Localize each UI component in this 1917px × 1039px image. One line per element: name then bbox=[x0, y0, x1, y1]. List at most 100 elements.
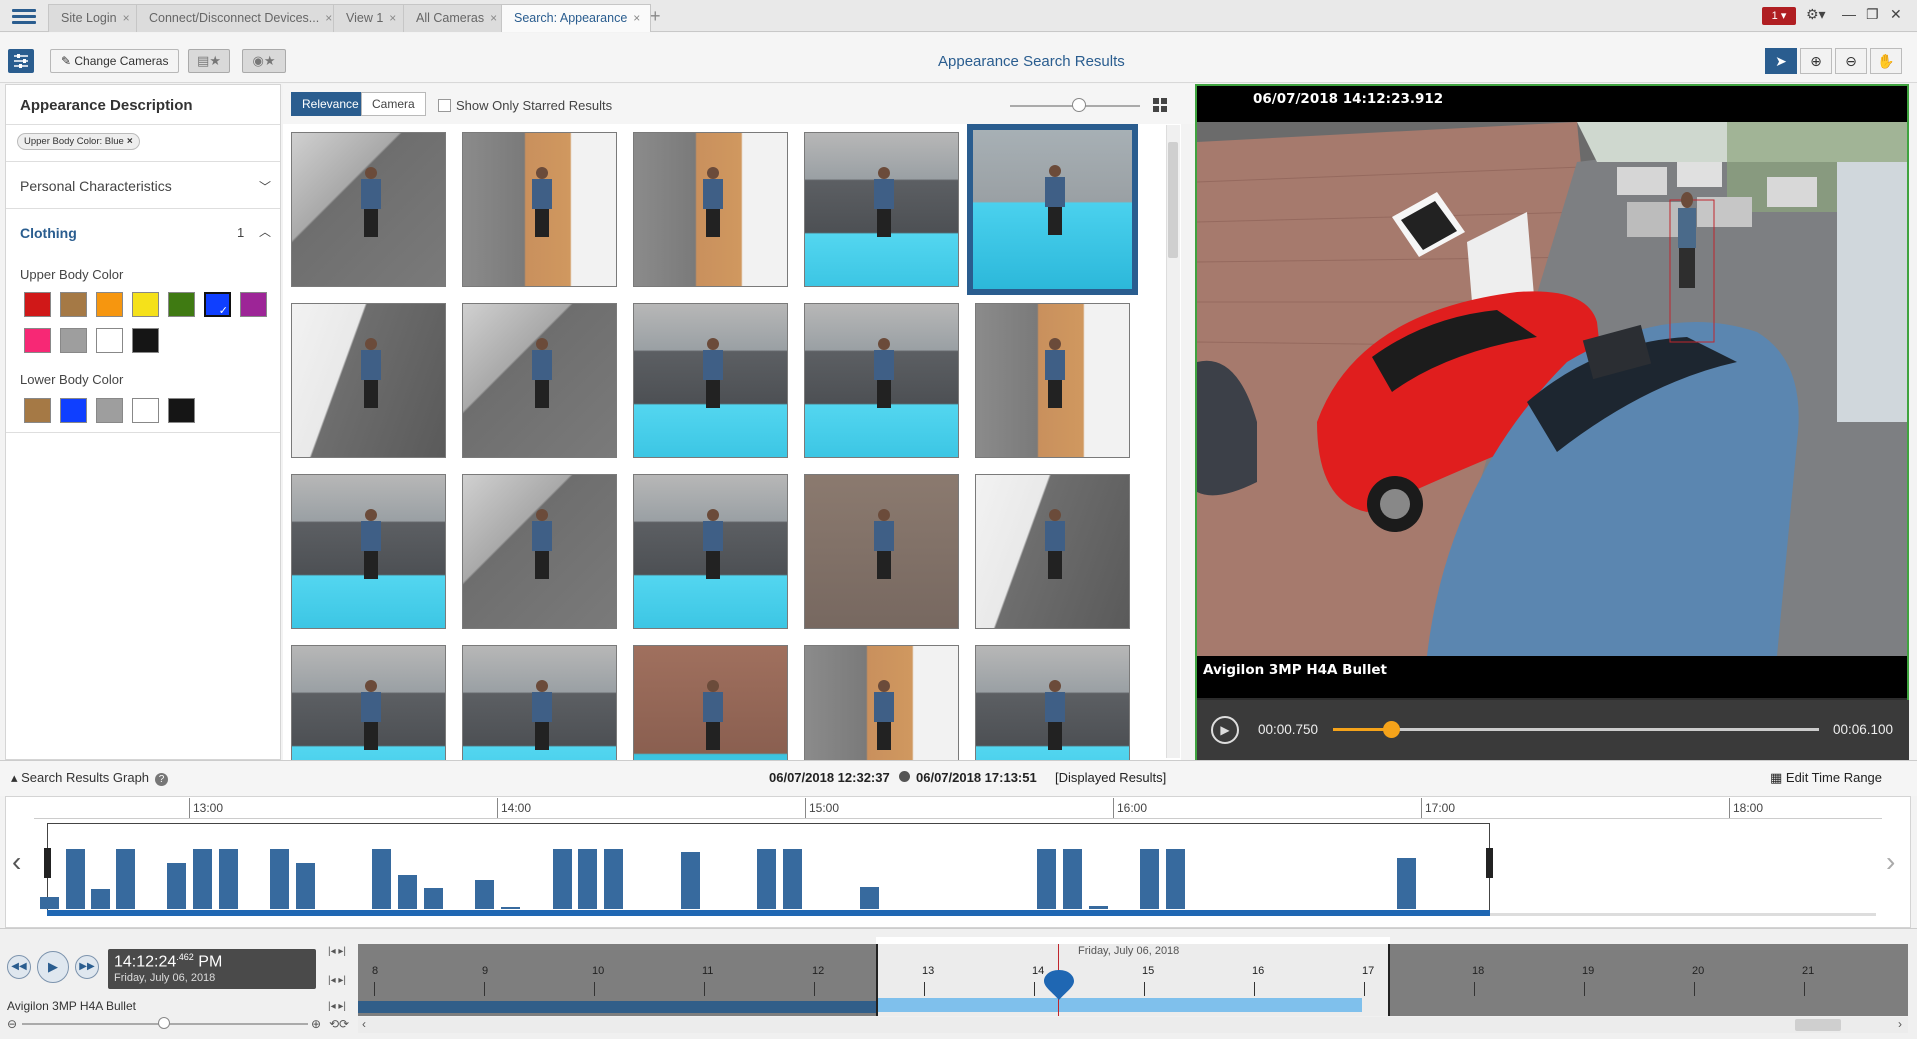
result-thumbnail[interactable] bbox=[967, 124, 1138, 295]
close-icon[interactable]: × bbox=[490, 11, 497, 25]
video-seek-bar[interactable] bbox=[1333, 728, 1819, 731]
next-frame-icon[interactable]: ▶▶ bbox=[75, 955, 99, 979]
restore-icon[interactable]: ❐ bbox=[1866, 6, 1879, 23]
graph-bar[interactable] bbox=[860, 887, 879, 909]
graph-bar[interactable] bbox=[1397, 858, 1416, 909]
alarm-badge[interactable]: 1 ▾ bbox=[1762, 7, 1796, 25]
cursor-arrow-icon[interactable]: ➤ bbox=[1765, 48, 1797, 74]
graph-bar[interactable] bbox=[91, 889, 110, 909]
help-icon[interactable]: ? bbox=[155, 773, 169, 786]
upper-color-swatch[interactable] bbox=[96, 292, 123, 317]
chevron-down-icon[interactable]: ﹀ bbox=[259, 178, 271, 195]
result-thumbnail[interactable] bbox=[975, 645, 1130, 760]
star-results-icon[interactable]: ▤★ bbox=[188, 49, 230, 73]
graph-bar[interactable] bbox=[757, 849, 776, 909]
skip-start-icon[interactable]: |◂ ▸| bbox=[328, 975, 346, 986]
upper-color-swatch[interactable] bbox=[168, 292, 195, 317]
tab-connect-disconnect-devices[interactable]: Connect/Disconnect Devices... × bbox=[136, 4, 344, 32]
zoom-in-icon[interactable]: ⊕ bbox=[311, 1017, 321, 1031]
play-icon[interactable]: ▶ bbox=[37, 951, 69, 983]
upper-color-swatch[interactable] bbox=[96, 328, 123, 353]
result-thumbnail[interactable] bbox=[462, 303, 617, 458]
graph-bar[interactable] bbox=[681, 852, 700, 909]
result-thumbnail[interactable] bbox=[633, 645, 788, 760]
skip-start-icon[interactable]: |◂ ▸| bbox=[328, 1001, 346, 1012]
result-thumbnail[interactable] bbox=[975, 474, 1130, 629]
skip-start-icon[interactable]: |◂ ▸| bbox=[328, 946, 346, 957]
graph-bar[interactable] bbox=[193, 849, 212, 909]
upper-color-swatch[interactable] bbox=[132, 292, 159, 317]
upper-color-swatch[interactable] bbox=[24, 328, 51, 353]
graph-bar[interactable] bbox=[398, 875, 417, 909]
graph-bar[interactable] bbox=[604, 849, 623, 909]
graph-next-icon[interactable]: › bbox=[1886, 846, 1895, 878]
clothing-section[interactable]: Clothing bbox=[20, 225, 77, 241]
zoom-out-icon[interactable]: ⊖ bbox=[1835, 48, 1867, 74]
result-thumbnail[interactable] bbox=[462, 132, 617, 287]
graph-bar[interactable] bbox=[475, 880, 494, 909]
close-window-icon[interactable]: ✕ bbox=[1890, 6, 1902, 23]
personal-characteristics-section[interactable]: Personal Characteristics bbox=[20, 178, 172, 194]
result-thumbnail[interactable] bbox=[804, 303, 959, 458]
result-thumbnail[interactable] bbox=[975, 303, 1130, 458]
timeline-scrollbar-thumb[interactable] bbox=[1795, 1019, 1841, 1031]
hamburger-icon[interactable] bbox=[8, 6, 40, 26]
close-icon[interactable]: × bbox=[389, 11, 396, 25]
close-icon[interactable]: × bbox=[123, 11, 130, 25]
timeline-scrollbar[interactable] bbox=[358, 1017, 1908, 1033]
timeline-zoom-handle[interactable] bbox=[158, 1017, 170, 1029]
upper-color-swatch[interactable] bbox=[132, 328, 159, 353]
graph-bar[interactable] bbox=[1037, 849, 1056, 909]
graph-bar[interactable] bbox=[1166, 849, 1185, 909]
result-thumbnail[interactable] bbox=[804, 132, 959, 287]
sort-relevance-button[interactable]: Relevance bbox=[291, 92, 370, 116]
graph-bar[interactable] bbox=[578, 849, 597, 909]
result-thumbnail[interactable] bbox=[291, 474, 446, 629]
scroll-left-icon[interactable]: ‹ bbox=[362, 1017, 366, 1031]
graph-bar[interactable] bbox=[40, 897, 59, 909]
graph-bar[interactable] bbox=[116, 849, 135, 909]
close-icon[interactable]: × bbox=[127, 136, 133, 147]
graph-bar[interactable] bbox=[1063, 849, 1082, 909]
graph-bar[interactable] bbox=[553, 849, 572, 909]
zoom-out-icon[interactable]: ⊖ bbox=[7, 1017, 17, 1031]
tab-view-1[interactable]: View 1 × bbox=[333, 4, 408, 32]
upper-color-swatch[interactable] bbox=[240, 292, 267, 317]
zoom-in-icon[interactable]: ⊕ bbox=[1800, 48, 1832, 74]
graph-bar[interactable] bbox=[219, 849, 238, 909]
graph-bar[interactable] bbox=[296, 863, 315, 909]
edit-time-range-button[interactable]: ▦ Edit Time Range bbox=[1770, 770, 1882, 786]
hand-icon[interactable]: ✋ bbox=[1870, 48, 1902, 74]
close-icon[interactable]: × bbox=[633, 11, 640, 25]
graph-bar[interactable] bbox=[372, 849, 391, 909]
selection-start-handle[interactable] bbox=[44, 848, 51, 878]
result-thumbnail[interactable] bbox=[633, 474, 788, 629]
graph-bar[interactable] bbox=[1089, 906, 1108, 909]
graph-bar[interactable] bbox=[167, 863, 186, 909]
result-thumbnail[interactable] bbox=[291, 303, 446, 458]
lower-color-swatch[interactable] bbox=[60, 398, 87, 423]
settings-gear-icon[interactable]: ⚙▾ bbox=[1806, 6, 1826, 23]
graph-bar[interactable] bbox=[270, 849, 289, 909]
link-icon[interactable]: ⟲⟳ bbox=[329, 1017, 349, 1031]
selection-end-handle[interactable] bbox=[1486, 848, 1493, 878]
grid-view-icon[interactable] bbox=[1153, 98, 1167, 112]
graph-bar[interactable] bbox=[66, 849, 85, 909]
minimize-icon[interactable]: — bbox=[1842, 6, 1856, 22]
result-thumbnail[interactable] bbox=[291, 132, 446, 287]
add-tab-icon[interactable]: + bbox=[650, 6, 661, 27]
upper-color-swatch[interactable] bbox=[60, 328, 87, 353]
thumbnail-size-slider-handle[interactable] bbox=[1072, 98, 1086, 112]
tab-search-appearance[interactable]: Search: Appearance × bbox=[501, 4, 652, 32]
graph-bar[interactable] bbox=[1140, 849, 1159, 909]
upper-color-swatch[interactable] bbox=[204, 292, 231, 317]
lower-color-swatch[interactable] bbox=[132, 398, 159, 423]
results-scrollbar-thumb[interactable] bbox=[1168, 142, 1178, 258]
tab-all-cameras[interactable]: All Cameras × bbox=[403, 4, 509, 32]
result-thumbnail[interactable] bbox=[462, 645, 617, 760]
close-icon[interactable]: × bbox=[325, 11, 332, 25]
upper-color-swatch[interactable] bbox=[60, 292, 87, 317]
result-thumbnail[interactable] bbox=[462, 474, 617, 629]
graph-bar[interactable] bbox=[783, 849, 802, 909]
upper-color-swatch[interactable] bbox=[24, 292, 51, 317]
